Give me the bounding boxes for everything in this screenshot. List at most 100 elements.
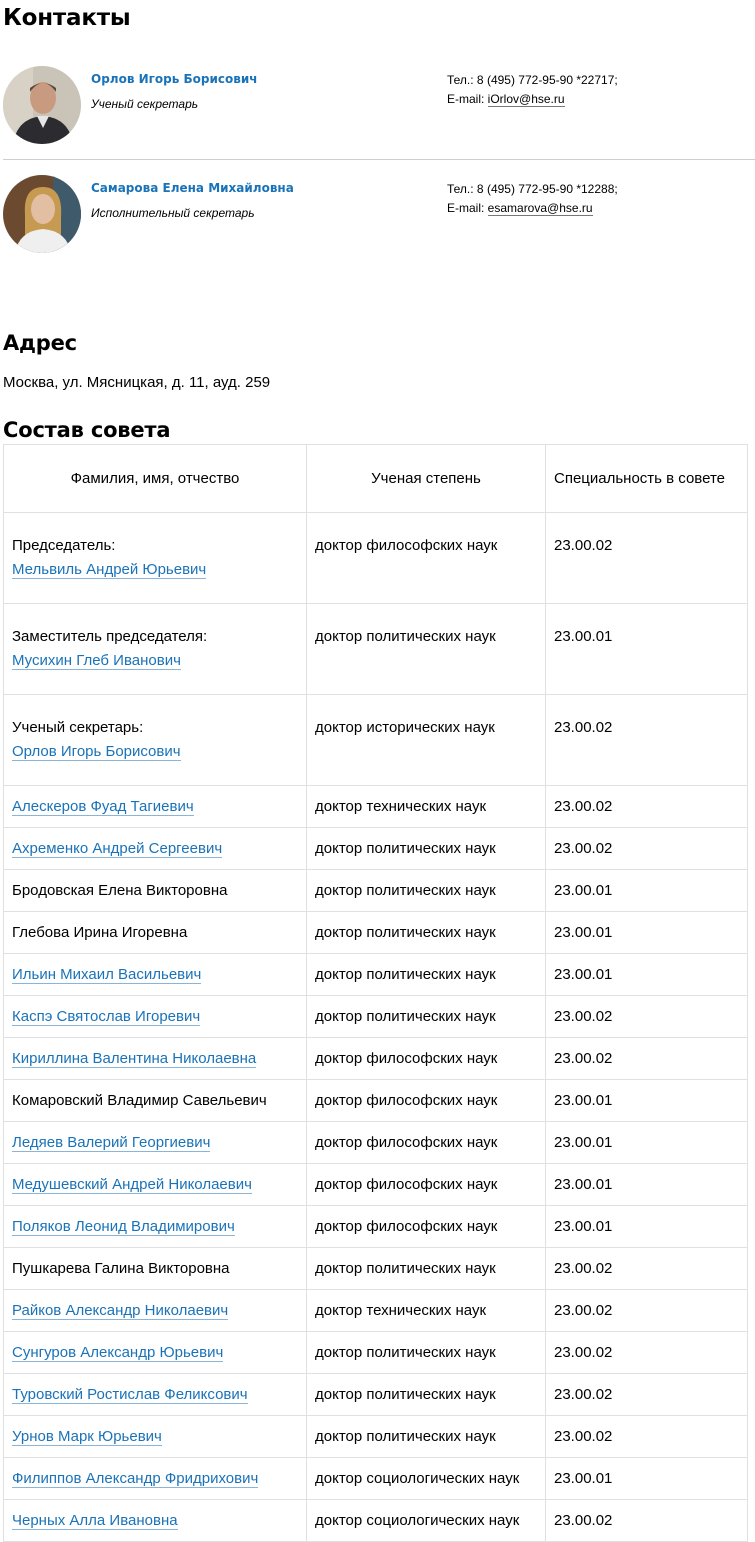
- address-text: Москва, ул. Мясницкая, д. 11, ауд. 259: [3, 374, 271, 391]
- table-row: Райков Александр Николаевич доктор технич…: [3, 1289, 748, 1332]
- member-name-link[interactable]: Каспэ Святослав Игоревич: [12, 1008, 201, 1026]
- member-name-link[interactable]: Филиппов Александр Фридрихович: [12, 1470, 259, 1488]
- email-link[interactable]: esamarova@hse.ru: [487, 201, 593, 216]
- cell-name: Урнов Марк Юрьевич: [3, 1415, 307, 1458]
- cell-degree: доктор политических наук: [306, 911, 546, 954]
- cell-specialty: 23.00.02: [545, 1373, 748, 1416]
- cell-specialty: 23.00.01: [545, 1121, 748, 1164]
- cell-name: Пушкарева Галина Викторовна: [3, 1247, 307, 1290]
- cell-specialty: 23.00.02: [545, 785, 748, 828]
- member-name-link[interactable]: Мельвиль Андрей Юрьевич: [12, 561, 207, 579]
- cell-degree: доктор социологических наук: [306, 1499, 546, 1542]
- member-name-link[interactable]: Урнов Марк Юрьевич: [12, 1428, 162, 1446]
- contact-phone: Тел.: 8 (495) 772-95-90 *22717;: [447, 73, 618, 87]
- table-row: Председатель: Мельвиль Андрей Юрьевич докт…: [3, 512, 748, 604]
- cell-specialty: 23.00.01: [545, 1205, 748, 1248]
- cell-name: Ахременко Андрей Сергеевич: [3, 827, 307, 870]
- header-name: Фамилия, имя, отчество: [3, 444, 307, 513]
- table-row: Ахременко Андрей Сергеевич доктор политич…: [3, 827, 748, 870]
- member-name-link[interactable]: Орлов Игорь Борисович: [12, 743, 181, 761]
- cell-degree: доктор политических наук: [306, 1331, 546, 1374]
- cell-specialty: 23.00.01: [545, 1163, 748, 1206]
- contact-phone: Тел.: 8 (495) 772-95-90 *12288;: [447, 182, 618, 196]
- member-name-link[interactable]: Ахременко Андрей Сергеевич: [12, 840, 223, 858]
- member-name-link[interactable]: Сунгуров Александр Юрьевич: [12, 1344, 224, 1362]
- member-name-link[interactable]: Райков Александр Николаевич: [12, 1302, 229, 1320]
- cell-degree: доктор исторических наук: [306, 694, 546, 786]
- member-name-link[interactable]: Кириллина Валентина Николаевна: [12, 1050, 257, 1068]
- member-name-link[interactable]: Поляков Леонид Владимирович: [12, 1218, 235, 1236]
- member-name-link[interactable]: Ильин Михаил Васильевич: [12, 966, 202, 984]
- contact-email-line: E-mail: iOrlov@hse.ru: [447, 92, 565, 107]
- cell-specialty: 23.00.02: [545, 512, 748, 604]
- cell-name: Черных Алла Ивановна: [3, 1499, 307, 1542]
- cell-degree: доктор философских наук: [306, 512, 546, 604]
- table-row: Филиппов Александр Фридрихович доктор соц…: [3, 1457, 748, 1500]
- member-name-link[interactable]: Туровский Ростислав Феликсович: [12, 1386, 248, 1404]
- cell-specialty: 23.00.01: [545, 953, 748, 996]
- table-row: Заместитель председателя: Мусихин Глеб Ив…: [3, 603, 748, 695]
- cell-degree: доктор философских наук: [306, 1163, 546, 1206]
- cell-name: Ильин Михаил Васильевич: [3, 953, 307, 996]
- table-row: Сунгуров Александр Юрьевич доктор политич…: [3, 1331, 748, 1374]
- email-link[interactable]: iOrlov@hse.ru: [487, 92, 565, 107]
- cell-degree: доктор политических наук: [306, 1247, 546, 1290]
- council-table-body: Председатель: Мельвиль Андрей Юрьевич докт…: [3, 512, 748, 1542]
- member-name: Бродовская Елена Викторовна: [12, 882, 228, 899]
- cell-name: Глебова Ирина Игоревна: [3, 911, 307, 954]
- table-row: Пушкарева Галина Викторовна доктор полити…: [3, 1247, 748, 1290]
- header-specialty: Специальность в совете: [545, 444, 748, 513]
- member-name-link[interactable]: Черных Алла Ивановна: [12, 1512, 178, 1530]
- cell-specialty: 23.00.01: [545, 869, 748, 912]
- cell-name: Заместитель председателя: Мусихин Глеб Ив…: [3, 603, 307, 695]
- cell-specialty: 23.00.01: [545, 1457, 748, 1500]
- table-row: Бродовская Елена Викторовна доктор полити…: [3, 869, 748, 912]
- cell-degree: доктор социологических наук: [306, 1457, 546, 1500]
- cell-name: Ледяев Валерий Георгиевич: [3, 1121, 307, 1164]
- table-row: Кириллина Валентина Николаевна доктор фил…: [3, 1037, 748, 1080]
- cell-degree: доктор философских наук: [306, 1079, 546, 1122]
- contact-role: Исполнительный секретарь: [91, 206, 255, 220]
- avatar: [3, 175, 81, 253]
- cell-name: Сунгуров Александр Юрьевич: [3, 1331, 307, 1374]
- position-label: Заместитель председателя:: [12, 628, 208, 645]
- cell-specialty: 23.00.02: [545, 1037, 748, 1080]
- cell-degree: доктор философских наук: [306, 1205, 546, 1248]
- cell-name: Кириллина Валентина Николаевна: [3, 1037, 307, 1080]
- divider: [3, 159, 755, 160]
- email-label: E-mail:: [447, 201, 488, 215]
- table-row: Ледяев Валерий Георгиевич доктор философс…: [3, 1121, 748, 1164]
- table-row: Черных Алла Ивановна доктор социологическ…: [3, 1499, 748, 1542]
- position-label: Председатель:: [12, 537, 116, 554]
- contact-card: Самарова Елена Михайловна Исполнительный…: [3, 175, 755, 255]
- position-label: Ученый секретарь:: [12, 719, 144, 736]
- member-name-link[interactable]: Ледяев Валерий Георгиевич: [12, 1134, 211, 1152]
- cell-name: Туровский Ростислав Феликсович: [3, 1373, 307, 1416]
- cell-degree: доктор политических наук: [306, 953, 546, 996]
- contact-name-link[interactable]: Самарова Елена Михайловна: [91, 181, 294, 195]
- table-row: Медушевский Андрей Николаевич доктор фило…: [3, 1163, 748, 1206]
- cell-name: Комаровский Владимир Савельевич: [3, 1079, 307, 1122]
- cell-degree: доктор философских наук: [306, 1121, 546, 1164]
- contact-email-line: E-mail: esamarova@hse.ru: [447, 201, 593, 216]
- table-row: Ильин Михаил Васильевич доктор политическ…: [3, 953, 748, 996]
- cell-specialty: 23.00.01: [545, 1079, 748, 1122]
- cell-name: Поляков Леонид Владимирович: [3, 1205, 307, 1248]
- contact-name-link[interactable]: Орлов Игорь Борисович: [91, 72, 258, 86]
- cell-name: Председатель: Мельвиль Андрей Юрьевич: [3, 512, 307, 604]
- cell-degree: доктор технических наук: [306, 1289, 546, 1332]
- cell-specialty: 23.00.02: [545, 694, 748, 786]
- member-name-link[interactable]: Алескеров Фуад Тагиевич: [12, 798, 194, 816]
- cell-name: Алескеров Фуад Тагиевич: [3, 785, 307, 828]
- table-row: Урнов Марк Юрьевич доктор политических на…: [3, 1415, 748, 1458]
- avatar: [3, 66, 81, 144]
- contact-card: Орлов Игорь Борисович Ученый секретарь Т…: [3, 66, 755, 146]
- cell-name: Бродовская Елена Викторовна: [3, 869, 307, 912]
- member-name: Пушкарева Галина Викторовна: [12, 1260, 230, 1277]
- table-row: Поляков Леонид Владимирович доктор филосо…: [3, 1205, 748, 1248]
- member-name-link[interactable]: Медушевский Андрей Николаевич: [12, 1176, 252, 1194]
- table-row: Туровский Ростислав Феликсович доктор пол…: [3, 1373, 748, 1416]
- address-title: Адрес: [3, 331, 77, 355]
- cell-degree: доктор политических наук: [306, 1373, 546, 1416]
- member-name-link[interactable]: Мусихин Глеб Иванович: [12, 652, 181, 670]
